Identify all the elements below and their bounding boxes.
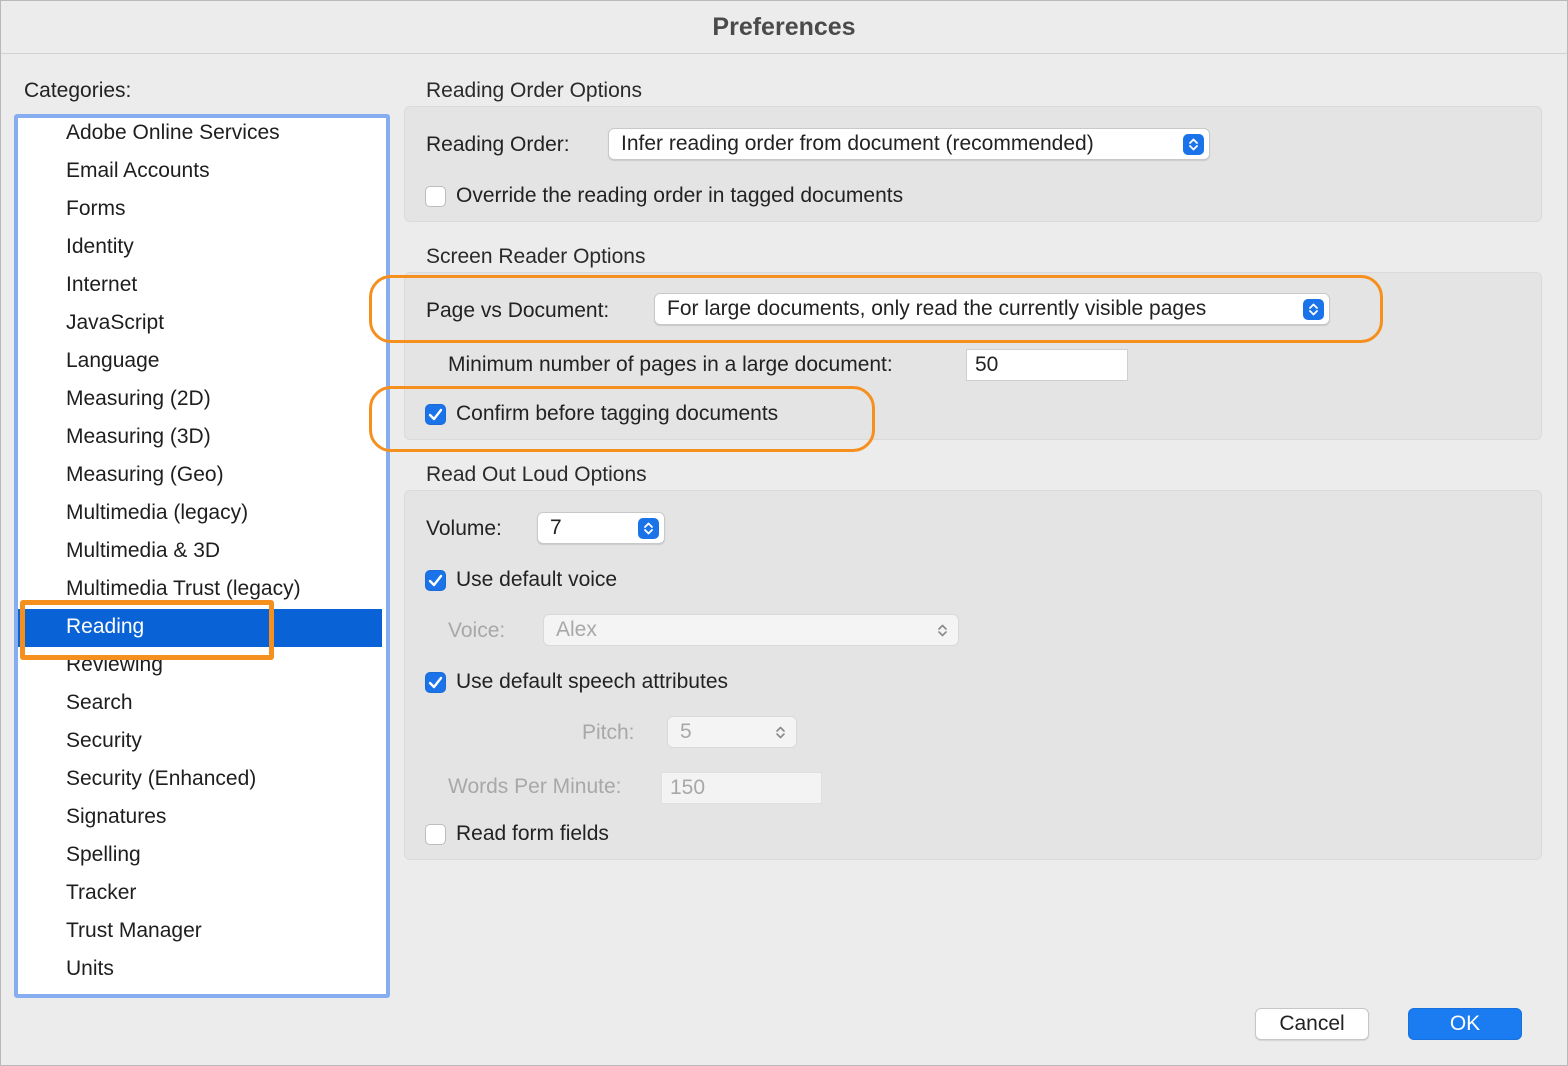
checkmark-icon — [428, 574, 443, 587]
category-item[interactable]: Email Accounts — [18, 153, 382, 191]
category-item[interactable]: Tracker — [18, 875, 382, 913]
category-item[interactable]: Internet — [18, 267, 382, 305]
categories-list[interactable]: Adobe Online Services Email Accounts Forms… — [14, 114, 390, 998]
highlight-reading-category — [20, 600, 274, 660]
category-item[interactable]: Security — [18, 723, 382, 761]
reading-order-value: Infer reading order from document (recom… — [621, 132, 1094, 155]
checkmark-icon — [428, 676, 443, 689]
category-item[interactable]: Measuring (3D) — [18, 419, 382, 457]
min-pages-field[interactable]: 50 — [966, 349, 1128, 381]
title-bar[interactable]: Preferences — [1, 1, 1567, 54]
reading-order-section-title: Reading Order Options — [426, 79, 642, 102]
pitch-popup[interactable]: 5 — [667, 716, 797, 748]
category-item[interactable]: Search — [18, 685, 382, 723]
category-item[interactable]: Adobe Online Services — [18, 118, 382, 153]
default-speech-checkbox[interactable] — [425, 672, 446, 693]
pitch-label: Pitch: — [582, 721, 635, 744]
cancel-button[interactable]: Cancel — [1255, 1008, 1369, 1040]
read-out-loud-section-title: Read Out Loud Options — [426, 463, 647, 486]
category-item[interactable]: Security (Enhanced) — [18, 761, 382, 799]
wpm-label: Words Per Minute: — [448, 775, 622, 798]
category-item[interactable]: Measuring (2D) — [18, 381, 382, 419]
override-reading-order-checkbox[interactable] — [425, 186, 446, 207]
voice-value: Alex — [556, 618, 597, 641]
default-voice-checkbox[interactable] — [425, 570, 446, 591]
category-item[interactable]: Units — [18, 951, 382, 989]
override-reading-order-label[interactable]: Override the reading order in tagged doc… — [456, 184, 903, 208]
popup-arrows-icon — [932, 620, 953, 641]
category-item[interactable]: Identity — [18, 229, 382, 267]
category-item[interactable]: Trust Manager — [18, 913, 382, 951]
category-item[interactable]: Signatures — [18, 799, 382, 837]
wpm-field[interactable]: 150 — [661, 772, 822, 804]
default-speech-label[interactable]: Use default speech attributes — [456, 670, 728, 694]
popup-arrows-icon — [770, 722, 791, 743]
ok-button[interactable]: OK — [1408, 1008, 1522, 1040]
default-voice-label[interactable]: Use default voice — [456, 568, 617, 592]
volume-popup[interactable]: 7 — [537, 512, 665, 544]
pitch-value: 5 — [680, 720, 692, 743]
highlight-page-vs-document — [369, 275, 1383, 343]
highlight-confirm-tagging — [369, 386, 875, 452]
category-item[interactable]: Spelling — [18, 837, 382, 875]
categories-label: Categories: — [24, 79, 132, 102]
reading-order-popup[interactable]: Infer reading order from document (recom… — [608, 128, 1210, 160]
category-item[interactable]: Multimedia (legacy) — [18, 495, 382, 533]
voice-label: Voice: — [448, 619, 506, 642]
popup-arrows-icon — [1183, 134, 1204, 155]
screen-reader-section-title: Screen Reader Options — [426, 245, 646, 268]
category-item[interactable]: Measuring (Geo) — [18, 457, 382, 495]
category-item[interactable]: Multimedia & 3D — [18, 533, 382, 571]
reading-order-label: Reading Order: — [426, 133, 570, 156]
category-item[interactable]: JavaScript — [18, 305, 382, 343]
read-form-fields-checkbox[interactable] — [425, 824, 446, 845]
read-form-fields-label[interactable]: Read form fields — [456, 822, 609, 846]
window-title: Preferences — [712, 12, 856, 41]
voice-popup[interactable]: Alex — [543, 614, 959, 646]
volume-label: Volume: — [426, 517, 502, 540]
category-item[interactable]: Forms — [18, 191, 382, 229]
popup-arrows-icon — [638, 518, 659, 539]
min-pages-label: Minimum number of pages in a large docum… — [448, 353, 893, 376]
volume-value: 7 — [550, 516, 562, 539]
category-item[interactable]: Language — [18, 343, 382, 381]
